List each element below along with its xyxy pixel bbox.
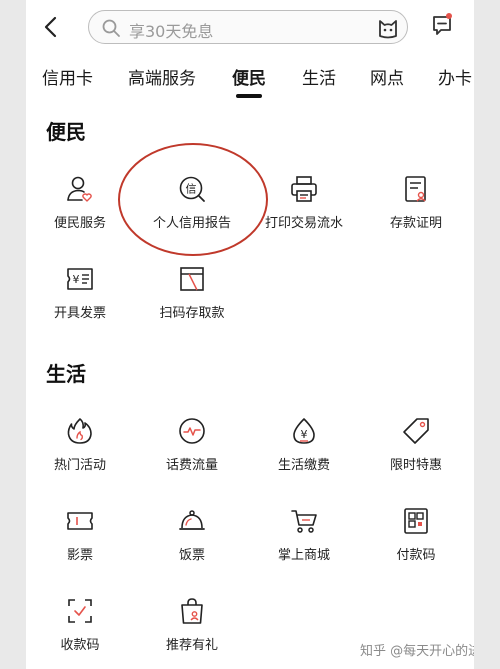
svg-text:¥: ¥	[301, 428, 308, 441]
tab-credit-card[interactable]: 信用卡	[42, 64, 93, 89]
svg-text:¥: ¥	[73, 273, 80, 286]
grid-item-utility-payment[interactable]: ¥ 生活缴费	[248, 416, 360, 473]
flame-icon	[67, 418, 92, 444]
gift-bag-icon	[181, 598, 203, 624]
grid-item-issue-invoice[interactable]: ¥ 开具发票	[26, 264, 136, 321]
shopping-cart-icon	[291, 510, 317, 533]
grid-item-label: 收款码	[60, 638, 100, 653]
receive-code-icon	[68, 599, 92, 623]
tab-apply-card[interactable]: 办卡	[438, 64, 472, 89]
watermark: 知乎 @每天开心的进步	[360, 644, 474, 659]
phone-data-icon	[179, 418, 205, 444]
user-heart-icon	[67, 176, 92, 202]
grid-item-receive-code[interactable]: 收款码	[26, 596, 136, 653]
grid-item-mobile-mall[interactable]: 掌上商城	[248, 506, 360, 563]
grid-item-payment-code[interactable]: 付款码	[360, 506, 472, 563]
grid-item-movie-tickets[interactable]: 影票	[26, 506, 136, 563]
back-arrow-icon	[44, 16, 57, 38]
grid-item-referral-gift[interactable]: 推荐有礼	[136, 596, 248, 653]
message-icon	[433, 16, 451, 35]
back-button[interactable]	[38, 12, 64, 42]
grid-item-label: 限时特惠	[389, 458, 442, 473]
grid-item-label: 开具发票	[53, 306, 106, 321]
deposit-certificate-icon	[405, 176, 426, 202]
food-cloche-icon	[179, 510, 205, 530]
search-placeholder: 享30天免息	[129, 22, 214, 41]
annotation-circle	[118, 143, 268, 256]
app-page: 享30天免息 信用卡 高端服务 便民 生活 网点 办卡 便民 便民服务 信 个人…	[26, 0, 474, 669]
payment-drop-icon: ¥	[293, 418, 315, 444]
tab-premium-service[interactable]: 高端服务	[128, 64, 196, 89]
search-icon	[102, 19, 120, 37]
movie-ticket-icon	[67, 512, 93, 530]
grid-item-label: 扫码存取款	[159, 306, 225, 321]
printer-icon	[291, 176, 317, 202]
tab-branches[interactable]: 网点	[370, 64, 404, 89]
grid-item-scan-cash[interactable]: 扫码存取款	[136, 264, 248, 321]
top-bar: 享30天免息	[26, 0, 474, 52]
grid-item-label: 付款码	[396, 548, 436, 563]
search-bar[interactable]: 享30天免息	[88, 10, 408, 44]
grid-item-label: 存款证明	[389, 216, 442, 231]
price-tag-icon	[403, 418, 429, 444]
grid-item-hot-events[interactable]: 热门活动	[26, 416, 136, 473]
grid-item-label: 掌上商城	[277, 548, 330, 563]
scan-cash-icon	[180, 267, 204, 291]
section-title-convenience: 便民	[46, 120, 86, 144]
grid-item-food-vouchers[interactable]: 饭票	[136, 506, 248, 563]
grid-item-label: 推荐有礼	[165, 638, 218, 653]
section-title-life: 生活	[46, 362, 86, 386]
grid-item-label: 影票	[66, 548, 93, 563]
grid-item-deposit-certificate[interactable]: 存款证明	[360, 174, 472, 231]
tab-convenience[interactable]: 便民	[232, 64, 266, 89]
cat-mascot-icon[interactable]	[375, 15, 401, 41]
message-button[interactable]	[430, 12, 456, 38]
grid-item-label: 便民服务	[53, 216, 106, 231]
grid-item-label: 生活缴费	[277, 458, 330, 473]
invoice-icon: ¥	[67, 268, 93, 290]
active-tab-indicator	[236, 94, 262, 98]
tab-life[interactable]: 生活	[302, 64, 336, 89]
grid-item-limited-offers[interactable]: 限时特惠	[360, 416, 472, 473]
grid-item-phone-data[interactable]: 话费流量	[136, 416, 248, 473]
grid-item-label: 热门活动	[53, 458, 106, 473]
notification-dot	[446, 13, 452, 19]
grid-item-label: 饭票	[178, 548, 205, 563]
payment-qr-icon	[404, 508, 428, 534]
grid-item-label: 话费流量	[165, 458, 218, 473]
